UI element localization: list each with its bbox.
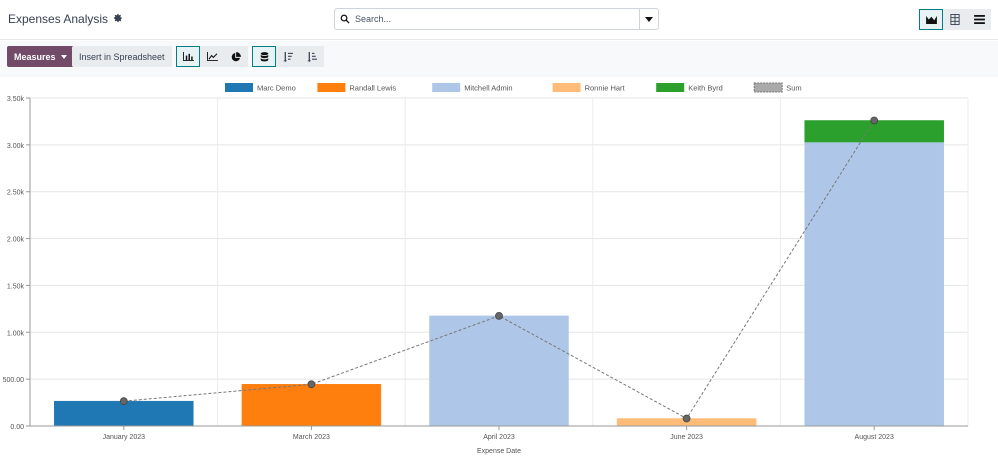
sum-point[interactable] [870, 116, 879, 125]
search-dropdown-toggle[interactable] [639, 9, 658, 29]
search-input[interactable] [355, 10, 639, 28]
chart-options-group [252, 46, 324, 67]
legend-item[interactable]: Randall Lewis [317, 83, 396, 93]
graph-toolbar: Measures Insert in Spreadsheet [0, 41, 998, 77]
sort-ascending-icon [307, 51, 317, 62]
x-axis-label: Expense Date [477, 448, 521, 455]
x-tick-label: April 2023 [483, 434, 515, 441]
legend-swatch [225, 83, 253, 92]
breadcrumb: Expenses Analysis [8, 12, 123, 26]
legend-swatch [656, 83, 685, 92]
bar-chart: Marc Demo Randall Lewis Mitchell Admin Ronn… [3, 82, 969, 455]
legend-label: Keith Byrd [688, 84, 723, 93]
legend-label: Randall Lewis [349, 84, 396, 93]
area-chart-icon [925, 15, 937, 24]
measures-button[interactable]: Measures [7, 46, 74, 67]
view-switcher [919, 9, 991, 30]
chart-bars [54, 120, 944, 427]
line-chart-button[interactable] [200, 46, 224, 67]
sort-ascending-button[interactable] [300, 46, 324, 67]
y-tick-label: 3.00k [7, 143, 25, 150]
sum-point[interactable] [495, 311, 503, 320]
list-view-button[interactable] [967, 9, 991, 30]
legend-swatch [317, 83, 346, 92]
bar-chart-icon [182, 52, 194, 61]
y-tick-label: 1.00k [7, 330, 25, 337]
gear-icon[interactable] [113, 13, 123, 26]
legend-item[interactable]: Ronnie Hart [552, 83, 626, 93]
page-title: Expenses Analysis [8, 12, 109, 26]
legend-label: Marc Demo [257, 84, 296, 93]
legend-label: Ronnie Hart [585, 84, 626, 93]
bar-segment[interactable] [241, 384, 382, 427]
stacked-icon [260, 51, 268, 61]
graph-area: Marc Demo Randall Lewis Mitchell Admin Ronn… [0, 77, 998, 457]
bar-segment[interactable] [804, 141, 944, 427]
sort-descending-icon [283, 51, 293, 62]
legend-label: Mitchell Admin [464, 84, 512, 93]
spreadsheet-view-button[interactable] [943, 9, 967, 30]
stacked-toggle[interactable] [252, 46, 276, 67]
legend-item[interactable]: Mitchell Admin [432, 83, 513, 93]
y-tick-label: 1.50k [7, 283, 25, 290]
y-tick-label: 2.00k [7, 237, 25, 244]
pie-chart-button[interactable] [224, 46, 248, 67]
sum-point[interactable] [682, 414, 691, 423]
caret-down-icon [60, 54, 67, 59]
sort-descending-button[interactable] [276, 46, 300, 67]
line-chart-icon [206, 52, 218, 61]
bar-segment[interactable] [429, 315, 569, 427]
graph-view-button[interactable] [919, 9, 943, 30]
legend-label: Sum [786, 84, 801, 93]
x-tick-label: June 2023 [670, 434, 703, 441]
y-tick-label: 3.50k [7, 96, 25, 103]
chart-legend: Marc Demo Randall Lewis Mitchell Admin Ronn… [225, 82, 802, 93]
spreadsheet-icon [950, 14, 960, 25]
control-panel-header: Expenses Analysis [0, 0, 998, 40]
legend-item[interactable]: Keith Byrd [656, 83, 723, 93]
legend-swatch [552, 83, 581, 92]
search-bar [334, 8, 659, 30]
legend-swatch [432, 83, 461, 92]
bar-chart-button[interactable] [176, 46, 200, 67]
y-tick-label: 0.00 [10, 424, 24, 431]
y-tick-label: 2.50k [7, 190, 25, 197]
x-tick-label: March 2023 [293, 434, 330, 441]
pie-chart-icon [231, 51, 241, 61]
sum-point[interactable] [119, 397, 128, 406]
insert-in-spreadsheet-button[interactable]: Insert in Spreadsheet [72, 46, 172, 67]
x-tick-label: August 2023 [855, 434, 894, 441]
caret-down-icon [645, 16, 653, 22]
y-tick-label: 500.00 [3, 377, 25, 384]
search-icon [335, 9, 355, 29]
legend-swatch [753, 82, 783, 93]
list-icon [973, 15, 985, 24]
x-tick-label: January 2023 [103, 434, 146, 441]
sum-point[interactable] [307, 380, 316, 389]
insert-label: Insert in Spreadsheet [79, 51, 165, 62]
measures-label: Measures [14, 51, 56, 62]
legend-item[interactable]: Marc Demo [225, 83, 296, 93]
legend-item[interactable]: Sum [753, 82, 802, 93]
chart-type-group [176, 46, 248, 67]
